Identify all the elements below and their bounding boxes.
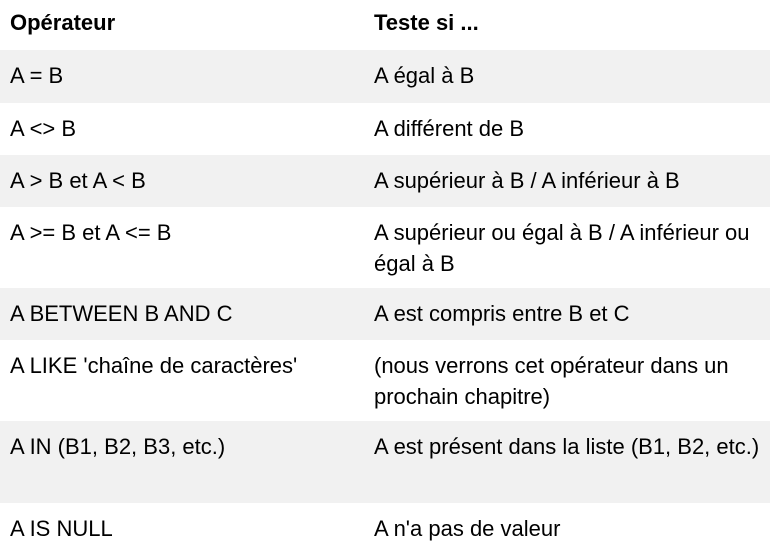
header-operator: Opérateur [10,10,116,35]
test-cell: A égal à B [362,50,770,103]
operator-cell: A = B [0,50,362,103]
test-cell: A est présent dans la liste (B1, B2, etc… [362,421,770,503]
operator-cell: A <> B [10,116,77,141]
operators-table: Opérateur Teste si ... A = B A égal à B … [0,0,770,557]
test-cell: (nous verrons cet opérateur dans un proc… [374,353,735,409]
test-cell: A est compris entre B et C [362,288,770,340]
operator-cell: A IS NULL [10,516,113,541]
test-cell: A différent de B [374,116,525,141]
operator-cell: A BETWEEN B AND C [0,288,362,340]
operator-cell: A > B et A < B [0,155,362,207]
operator-cell: A >= B et A <= B [10,220,172,245]
test-cell: A supérieur ou égal à B / A inférieur ou… [374,220,756,276]
header-test: Teste si ... [374,10,479,35]
operator-cell: A IN (B1, B2, B3, etc.) [0,421,362,503]
operator-cell: A LIKE 'chaîne de caractères' [10,353,298,378]
test-cell: A n'a pas de valeur [374,516,561,541]
test-cell: A supérieur à B / A inférieur à B [362,155,770,207]
